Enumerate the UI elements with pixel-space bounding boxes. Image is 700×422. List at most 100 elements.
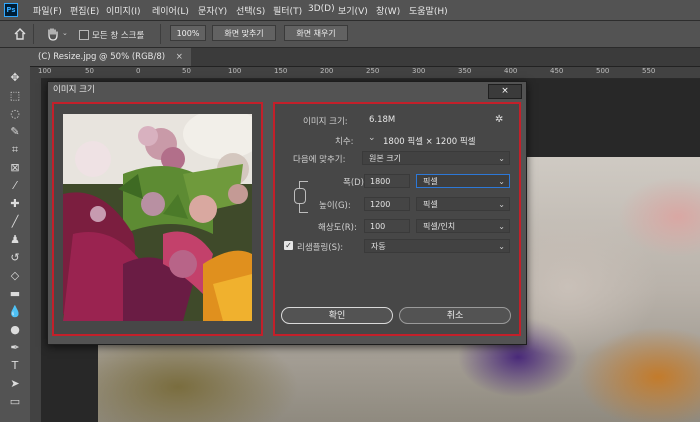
- ruler-tick: 300: [412, 67, 426, 75]
- scroll-all-label: 모든 창 스크롤: [92, 31, 145, 41]
- menu-filter[interactable]: 필터(T): [273, 4, 302, 17]
- image-size-value: 6.18M: [369, 115, 396, 125]
- ruler-tick: 200: [320, 67, 334, 75]
- close-icon[interactable]: ×: [176, 52, 183, 62]
- home-icon[interactable]: [13, 27, 27, 40]
- chevron-down-icon: ⌄: [498, 200, 505, 209]
- height-unit-select[interactable]: 픽셀 ⌄: [416, 197, 510, 211]
- height-input[interactable]: 1200: [364, 197, 410, 211]
- fit-screen-button[interactable]: 화면 맞추기: [212, 25, 276, 41]
- hand-icon[interactable]: [45, 26, 61, 42]
- height-unit-value: 픽셀: [423, 200, 438, 209]
- gear-icon[interactable]: ✲: [495, 114, 503, 125]
- menu-3d[interactable]: 3D(D): [308, 4, 335, 14]
- height-label: 높이(G):: [319, 201, 351, 211]
- fit-to-value: 원본 크기: [369, 154, 401, 163]
- eraser-tool-icon[interactable]: ◇: [7, 269, 23, 283]
- menu-type[interactable]: 문자(Y): [198, 4, 227, 17]
- menu-image[interactable]: 이미지(I): [106, 4, 141, 17]
- chevron-down-icon[interactable]: ⌄: [62, 29, 68, 37]
- dialog-title: 이미지 크기: [53, 85, 95, 95]
- dialog-title-bar[interactable]: 이미지 크기: [48, 82, 526, 99]
- scroll-all-checkbox[interactable]: [79, 30, 89, 40]
- resolution-unit-value: 픽셀/인치: [423, 222, 456, 231]
- size-settings-panel: 이미지 크기: 6.18M ✲ 치수: ⌄ 1800 픽셀 × 1200 픽셀 …: [273, 102, 521, 336]
- dialog-close-button[interactable]: ×: [488, 84, 522, 99]
- photoshop-logo[interactable]: Ps: [4, 3, 18, 17]
- menu-bar: Ps 파일(F) 편집(E) 이미지(I) 레이어(L) 문자(Y) 선택(S)…: [0, 0, 700, 21]
- ruler-tick: 0: [136, 67, 141, 75]
- chevron-down-icon: ⌄: [498, 154, 505, 163]
- menu-help[interactable]: 도움말(H): [409, 4, 448, 17]
- chevron-down-icon: ⌄: [498, 242, 505, 251]
- pen-tool-icon[interactable]: ✒: [7, 341, 23, 355]
- resolution-unit-select[interactable]: 픽셀/인치 ⌄: [416, 219, 510, 233]
- crop-tool-icon[interactable]: ⌗: [7, 143, 23, 157]
- ruler-tick: 550: [642, 67, 656, 75]
- menu-window[interactable]: 창(W): [376, 4, 400, 17]
- rectangle-tool-icon[interactable]: ▭: [7, 395, 23, 409]
- options-bar: ⌄ 모든 창 스크롤 100% 화면 맞추기 화면 채우기: [0, 21, 700, 48]
- marquee-tool-icon[interactable]: ⬚: [7, 89, 23, 103]
- dimensions-label: 치수:: [335, 137, 354, 147]
- chevron-down-icon: ⌄: [498, 222, 505, 231]
- menu-file[interactable]: 파일(F): [33, 4, 62, 17]
- image-preview[interactable]: [63, 114, 252, 321]
- image-size-label: 이미지 크기:: [303, 117, 348, 127]
- dimensions-value: 1800 픽셀 × 1200 픽셀: [383, 137, 476, 147]
- resolution-label: 해상도(R):: [318, 223, 357, 233]
- ok-button[interactable]: 확인: [281, 307, 393, 324]
- frame-tool-icon[interactable]: ⊠: [7, 161, 23, 175]
- chevron-down-icon: ⌄: [498, 177, 505, 186]
- image-size-dialog: 이미지 크기 × 이미지 크기: 6.18M ✲ 치수: ⌄ 1800 픽셀 ×…: [47, 81, 527, 345]
- ruler-tick: 450: [550, 67, 564, 75]
- ruler-tick: 100: [228, 67, 242, 75]
- ruler-tick: 150: [274, 67, 288, 75]
- quick-select-tool-icon[interactable]: ✎: [7, 125, 23, 139]
- document-tab[interactable]: (C) Resize.jpg @ 50% (RGB/8) ×: [30, 48, 191, 66]
- menu-edit[interactable]: 편집(E): [70, 4, 99, 17]
- dodge-tool-icon[interactable]: ●: [7, 323, 23, 337]
- fill-screen-button[interactable]: 화면 채우기: [284, 25, 348, 41]
- move-tool-icon[interactable]: ✥: [7, 71, 23, 85]
- fit-to-label: 다음에 맞추기:: [293, 155, 346, 165]
- resample-select[interactable]: 자동 ⌄: [364, 239, 510, 253]
- width-unit-select[interactable]: 픽셀 ⌄: [416, 174, 510, 188]
- ruler-tick: 50: [85, 67, 94, 75]
- width-input[interactable]: 1800: [364, 174, 410, 188]
- close-icon: ×: [501, 86, 509, 96]
- chevron-down-icon[interactable]: ⌄: [368, 133, 376, 143]
- preview-panel: [52, 102, 263, 336]
- clone-stamp-tool-icon[interactable]: ♟: [7, 233, 23, 247]
- menu-select[interactable]: 선택(S): [236, 4, 265, 17]
- path-selection-tool-icon[interactable]: ➤: [7, 377, 23, 391]
- resolution-input[interactable]: 100: [364, 219, 410, 233]
- ruler-tick: 250: [366, 67, 380, 75]
- lasso-tool-icon[interactable]: ◌: [7, 107, 23, 121]
- resample-label: 리샘플링(S):: [297, 243, 344, 253]
- document-tab-bar: (C) Resize.jpg @ 50% (RGB/8) ×: [30, 48, 700, 67]
- history-brush-tool-icon[interactable]: ↺: [7, 251, 23, 265]
- tools-panel: ✥ ⬚ ◌ ✎ ⌗ ⊠ ⁄ ✚ ╱ ♟ ↺ ◇ ▬ 💧 ● ✒ T ➤ ▭: [0, 48, 31, 422]
- horizontal-ruler: 100 50 0 50 100 150 200 250 300 350 400 …: [30, 67, 700, 79]
- blur-tool-icon[interactable]: 💧: [7, 305, 23, 319]
- flower-preview-image: [63, 114, 252, 321]
- fit-to-select[interactable]: 원본 크기 ⌄: [362, 151, 510, 165]
- ruler-tick: 50: [182, 67, 191, 75]
- menu-layer[interactable]: 레이어(L): [152, 4, 189, 17]
- resample-checkbox[interactable]: ✓: [284, 241, 293, 250]
- menu-view[interactable]: 보기(V): [338, 4, 368, 17]
- zoom-percent-button[interactable]: 100%: [170, 25, 206, 41]
- document-tab-label: (C) Resize.jpg @ 50% (RGB/8): [38, 52, 166, 62]
- divider: [33, 24, 34, 44]
- type-tool-icon[interactable]: T: [7, 359, 23, 373]
- width-unit-value: 픽셀: [423, 177, 438, 186]
- ruler-tick: 100: [38, 67, 52, 75]
- resample-value: 자동: [371, 242, 386, 251]
- cancel-button[interactable]: 취소: [399, 307, 511, 324]
- eyedropper-tool-icon[interactable]: ⁄: [7, 179, 23, 193]
- link-icon[interactable]: [294, 188, 306, 204]
- healing-brush-tool-icon[interactable]: ✚: [7, 197, 23, 211]
- brush-tool-icon[interactable]: ╱: [7, 215, 23, 229]
- gradient-tool-icon[interactable]: ▬: [7, 287, 23, 301]
